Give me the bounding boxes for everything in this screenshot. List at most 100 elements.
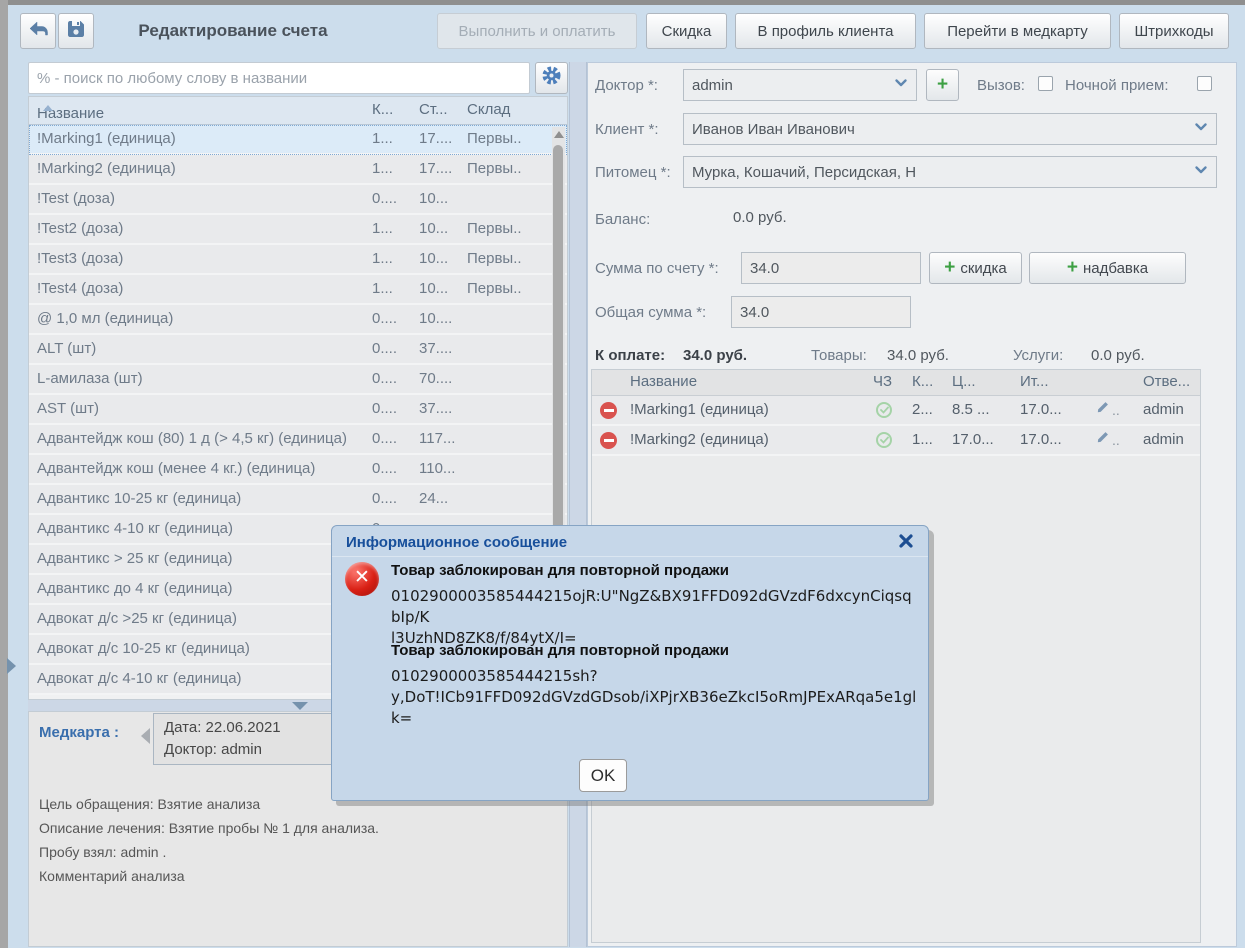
column-header-warehouse: Склад	[467, 101, 510, 118]
save-button[interactable]	[58, 13, 94, 49]
plus-icon: +	[1067, 259, 1078, 277]
scroll-up-icon[interactable]	[554, 131, 564, 138]
remove-item-icon[interactable]	[600, 402, 617, 419]
close-icon[interactable]	[898, 533, 916, 551]
product-row[interactable]: !Test2 (доза) 1... 10... Первы..	[29, 215, 567, 245]
medcard-line: Комментарий анализа	[39, 864, 379, 888]
product-row[interactable]: Адвантейдж кош (менее 4 кг.) (единица) 0…	[29, 455, 567, 485]
client-label: Клиент *:	[595, 121, 659, 138]
barcodes-button[interactable]: Штрихкоды	[1119, 13, 1229, 49]
error-message-code: 0102900003585444215ojR:U"NgZ&BX91FFD092d…	[391, 586, 919, 649]
product-row[interactable]: !Test3 (доза) 1... 10... Первы..	[29, 245, 567, 275]
info-message-dialog: Информационное сообщение ✕ Товар заблоки…	[331, 525, 929, 801]
product-row[interactable]: !Marking1 (единица) 1... 17.... Первы..	[29, 125, 567, 155]
sort-asc-icon	[43, 105, 53, 111]
remove-item-icon[interactable]	[600, 432, 617, 449]
chevron-down-icon	[1194, 120, 1208, 138]
column-header-total: Ит...	[1020, 373, 1049, 390]
chevron-down-icon	[1194, 163, 1208, 181]
client-profile-button[interactable]: В профиль клиента	[735, 13, 916, 49]
pencil-icon	[1095, 430, 1110, 448]
save-icon	[67, 20, 85, 42]
total-sum-input[interactable]	[731, 296, 911, 328]
medcard-line: Цель обращения: Взятие анализа	[39, 792, 379, 816]
night-visit-label: Ночной прием:	[1065, 77, 1169, 94]
search-settings-button[interactable]	[535, 62, 568, 94]
to-pay-value: 34.0 руб.	[683, 347, 747, 364]
medcard-lines: Цель обращения: Взятие анализа Описание …	[39, 792, 379, 888]
app-window: Редактирование счета Выполнить и оплатит…	[0, 0, 1245, 948]
error-message-code: 0102900003585444215sh? y,DoT!ICb91FFD092…	[391, 666, 919, 729]
collapse-down-icon[interactable]	[292, 702, 308, 710]
product-row[interactable]: Адвантикс 10-25 кг (единица) 0.... 24...	[29, 485, 567, 515]
column-header-quantity: К...	[912, 373, 933, 390]
error-message-title: Товар заблокирован для повторной продажи	[391, 642, 729, 659]
product-row[interactable]: ALT (шт) 0.... 37....	[29, 335, 567, 365]
error-icon: ✕	[345, 562, 379, 596]
back-button[interactable]	[20, 13, 56, 49]
call-label: Вызов:	[977, 77, 1025, 94]
pencil-icon	[1095, 400, 1110, 418]
vertical-splitter[interactable]	[569, 62, 587, 947]
invoice-item-list: !Marking1 (единица) 2... 8.5 ... 17.0...…	[592, 396, 1200, 456]
edit-item-button[interactable]: ..	[1095, 430, 1120, 448]
doctor-label: Доктор *:	[595, 77, 658, 94]
products-table-header[interactable]: Название К... Ст... Склад	[29, 97, 567, 125]
pet-label: Питомец *:	[595, 164, 671, 181]
invoice-form-panel: Доктор *: admin + Вызов: Ночной прием: К…	[587, 62, 1237, 947]
chevron-down-icon	[894, 76, 908, 94]
marking-check-icon	[876, 432, 892, 448]
error-message-title: Товар заблокирован для повторной продажи	[391, 562, 729, 579]
ok-button[interactable]: OK	[579, 759, 627, 792]
page-title: Редактирование счета	[103, 21, 363, 41]
balance-value: 0.0 руб.	[733, 209, 787, 226]
client-select[interactable]: Иванов Иван Иванович	[683, 113, 1217, 145]
medcard-line: Описание лечения: Взятие пробы № 1 для а…	[39, 816, 379, 840]
goods-value: 34.0 руб.	[887, 347, 949, 364]
collapse-right-icon[interactable]	[7, 658, 16, 674]
product-row[interactable]: Адвантейдж кош (80) 1 д (> 4,5 кг) (един…	[29, 425, 567, 455]
plus-icon: +	[944, 259, 955, 277]
total-sum-label: Общая сумма *:	[595, 304, 706, 321]
add-doctor-button[interactable]: +	[926, 69, 959, 101]
invoice-item-row[interactable]: !Marking1 (единица) 2... 8.5 ... 17.0...…	[592, 396, 1200, 426]
items-table-header[interactable]: Название ЧЗ К... Ц... Ит... Отве...	[592, 370, 1200, 396]
back-arrow-icon	[28, 20, 48, 42]
column-header-price: Ст...	[419, 101, 448, 118]
column-header-name: Название	[630, 373, 697, 390]
product-row[interactable]: !Test4 (доза) 1... 10... Первы..	[29, 275, 567, 305]
window-edge-top	[0, 0, 1245, 5]
column-header-quantity: К...	[372, 101, 393, 118]
to-pay-label: К оплате:	[595, 347, 665, 364]
services-label: Услуги:	[1013, 347, 1063, 364]
execute-and-pay-button[interactable]: Выполнить и оплатить	[437, 13, 637, 49]
doctor-select[interactable]: admin	[683, 69, 917, 101]
discount-button[interactable]: Скидка	[646, 13, 727, 49]
gear-icon	[542, 66, 561, 90]
plus-icon: +	[937, 76, 948, 94]
goto-medcard-button[interactable]: Перейти в медкарту	[924, 13, 1111, 49]
card-prev-icon[interactable]	[141, 728, 150, 744]
add-discount-button[interactable]: + скидка	[929, 252, 1022, 284]
medcard-title: Медкарта :	[39, 724, 119, 741]
services-value: 0.0 руб.	[1091, 347, 1145, 364]
dialog-separator	[332, 556, 928, 557]
product-row[interactable]: L-амилаза (шт) 0.... 70....	[29, 365, 567, 395]
product-row[interactable]: @ 1,0 мл (единица) 0.... 10....	[29, 305, 567, 335]
dialog-title: Информационное сообщение	[346, 534, 567, 551]
invoice-sum-input[interactable]	[741, 252, 921, 284]
search-input[interactable]	[28, 62, 530, 94]
call-checkbox[interactable]	[1038, 76, 1053, 91]
edit-item-button[interactable]: ..	[1095, 400, 1120, 418]
night-visit-checkbox[interactable]	[1197, 76, 1212, 91]
balance-label: Баланс:	[595, 211, 650, 228]
product-row[interactable]: !Marking2 (единица) 1... 17.... Первы..	[29, 155, 567, 185]
goods-label: Товары:	[811, 347, 867, 364]
pet-select[interactable]: Мурка, Кошачий, Персидская, Н	[683, 156, 1217, 188]
product-row[interactable]: AST (шт) 0.... 37....	[29, 395, 567, 425]
add-surcharge-button[interactable]: + надбавка	[1029, 252, 1186, 284]
column-header-chz: ЧЗ	[873, 373, 892, 390]
product-row[interactable]: !Test (доза) 0.... 10...	[29, 185, 567, 215]
invoice-item-row[interactable]: !Marking2 (единица) 1... 17.0... 17.0...…	[592, 426, 1200, 456]
medcard-line: Пробу взял: admin .	[39, 840, 379, 864]
